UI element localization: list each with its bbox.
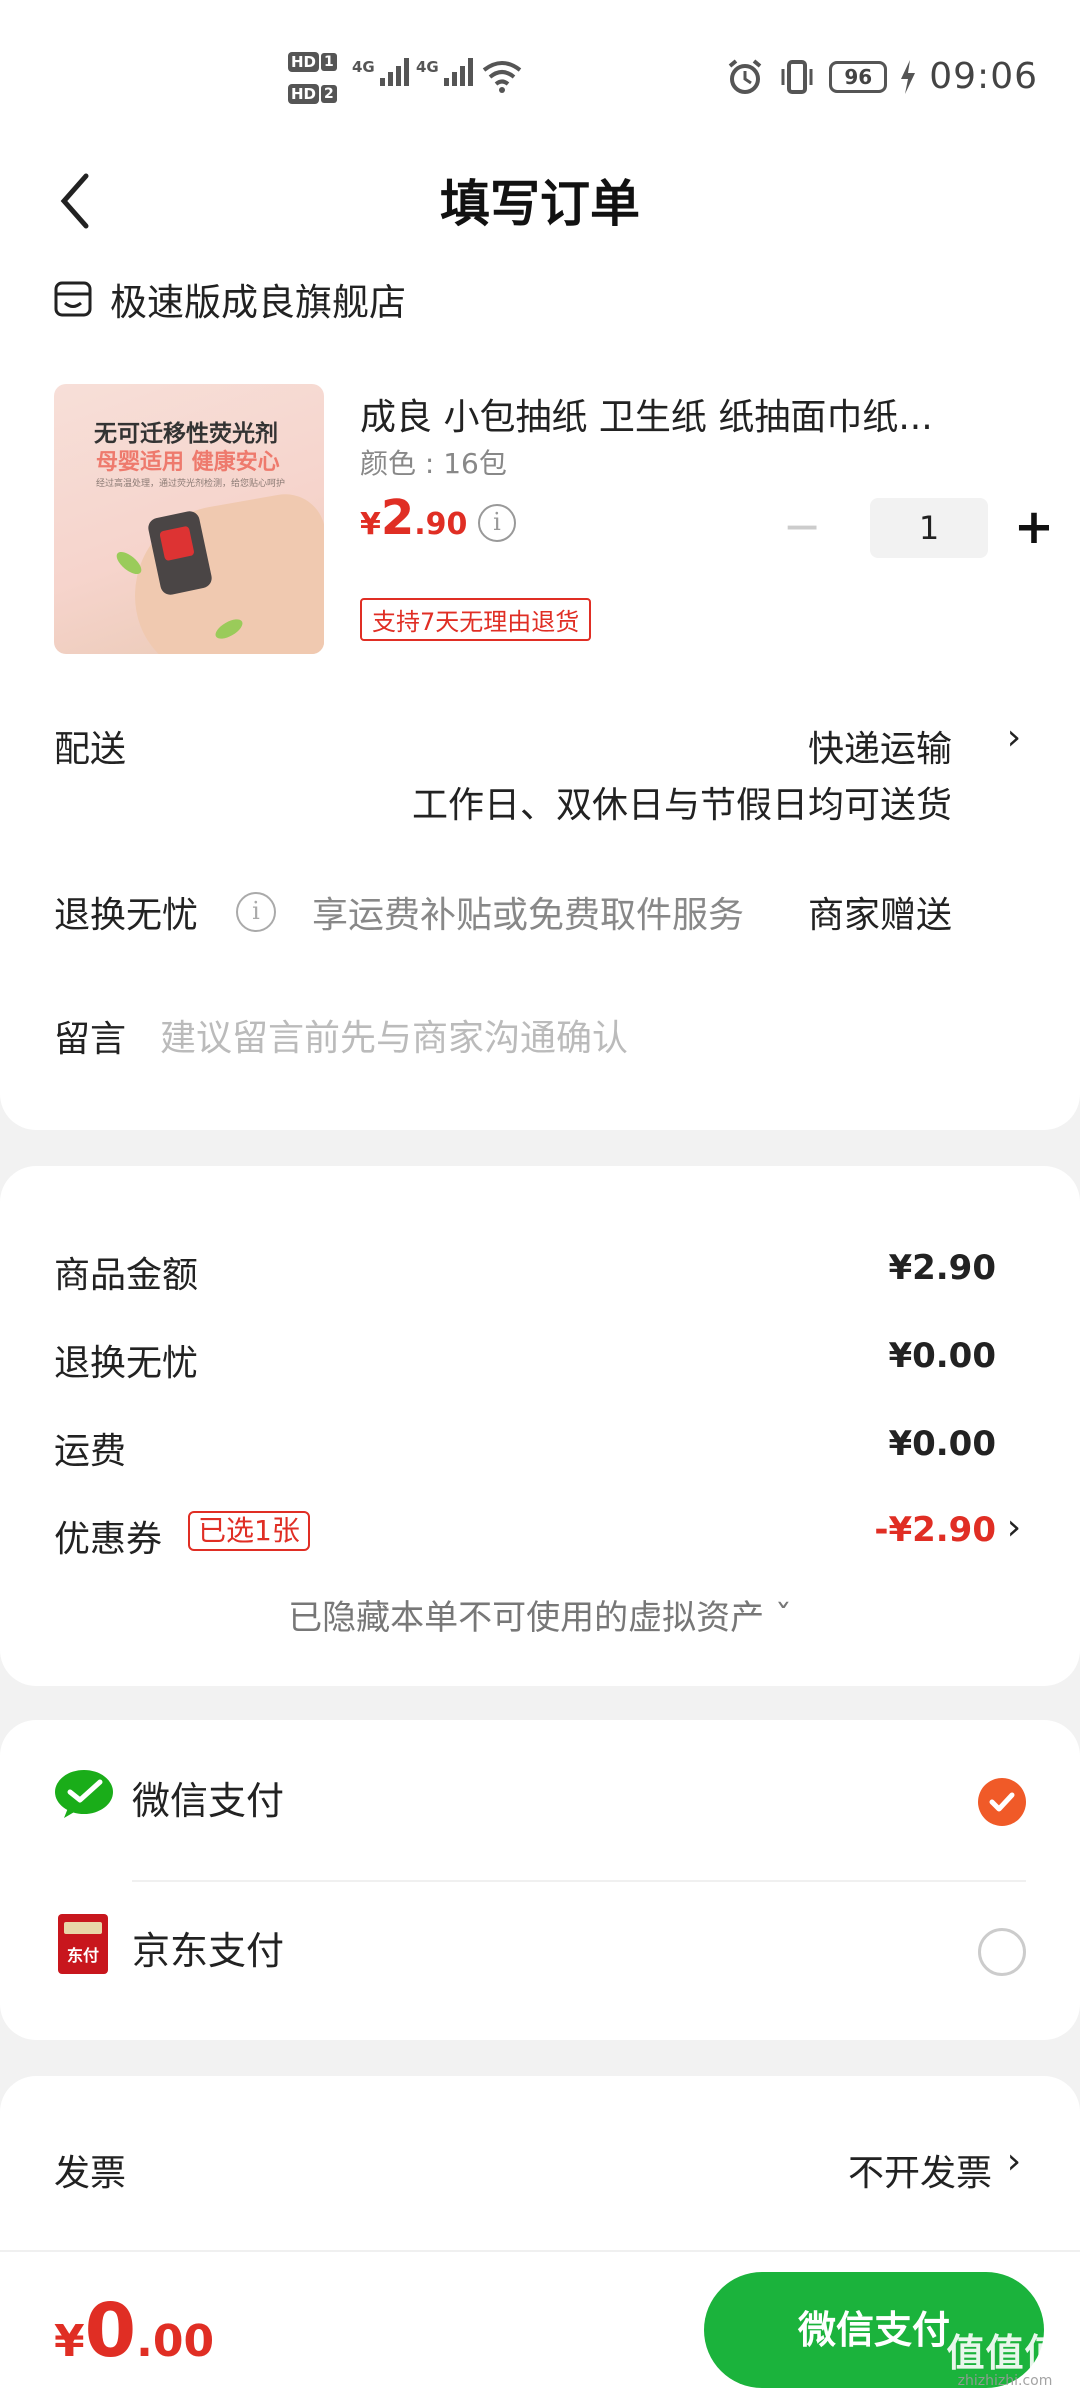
hidden-assets-toggle[interactable]: 已隐藏本单不可使用的虚拟资产 ˇ (0, 1590, 1080, 1639)
hd-label: HD (288, 84, 320, 104)
delivery-method[interactable]: 快递运输 (808, 720, 952, 772)
watermark-logo: 值值值 zhizhizhi.com (946, 2331, 1064, 2389)
hd-sim-number: 1 (321, 53, 337, 71)
freight-value: ¥0.00 (888, 1424, 996, 1464)
vibrate-icon (781, 59, 813, 94)
chevron-right-icon[interactable]: › (1002, 718, 1026, 758)
wifi-icon (482, 61, 522, 93)
wechat-pay-radio-checked[interactable] (978, 1778, 1026, 1826)
coupon-selected-badge[interactable]: 已选1张 (188, 1511, 310, 1551)
charging-icon (901, 59, 916, 94)
jd-pay-radio-unchecked[interactable] (978, 1928, 1026, 1976)
delivery-description: 工作日、双休日与节假日均可送货 (411, 785, 952, 826)
wechat-pay-icon (55, 1770, 113, 1818)
jd-pay-label: 京东支付 (132, 1929, 285, 1973)
status-right: 96 09:06 (725, 56, 1038, 97)
plus-button[interactable]: + (1012, 498, 1056, 558)
order-item-card: 极速版成良旗舰店 无可迁移性荧光剂 母婴适用 健康安心 经过高温处理，通过荧光剂… (0, 250, 1080, 1130)
message-input[interactable] (160, 1010, 1020, 1066)
quantity-stepper: − 1 + (780, 498, 1056, 558)
status-bar: HD 1 HD 2 4G 4G 96 09:06 (0, 0, 1080, 150)
product-image-text: 经过高温处理，通过荧光剂检测，给您贴心呵护 (96, 479, 286, 489)
product-title[interactable]: 成良 小包抽纸 卫生纸 纸抽面巾纸... (360, 388, 1020, 440)
product-image-text: 母婴适用 健康安心 (96, 450, 280, 475)
coupon-label: 优惠券 (54, 1519, 163, 1560)
store-icon (54, 281, 92, 317)
jd-pay-option[interactable]: 东付 京东支付 (0, 1870, 1080, 2020)
wechat-pay-option[interactable]: 微信支付 (0, 1720, 1080, 1870)
product-image-text: 无可迁移性荧光剂 (94, 421, 278, 447)
product-price: ¥2.90 (360, 490, 468, 546)
message-label: 留言 (54, 1019, 127, 1060)
signal-icon: 4G (352, 58, 409, 86)
product-image[interactable]: 无可迁移性荧光剂 母婴适用 健康安心 经过高温处理，通过荧光剂检测，给您贴心呵护 (54, 384, 324, 654)
hd-indicators: HD 1 HD 2 (288, 48, 344, 112)
worry-free-amount-value: ¥0.00 (888, 1336, 996, 1376)
invoice-label: 发票 (54, 2153, 127, 2194)
store-name: 极速版成良旗舰店 (110, 281, 406, 324)
quantity-value[interactable]: 1 (870, 498, 988, 558)
jd-pay-icon: 东付 (58, 1914, 108, 1974)
coupon-value[interactable]: -¥2.90 (874, 1510, 996, 1550)
worry-free-amount-label: 退换无忧 (54, 1343, 199, 1384)
chevron-right-icon[interactable]: › (1002, 2142, 1026, 2182)
alarm-icon (728, 58, 762, 94)
worry-free-gift: 商家赠送 (807, 895, 952, 936)
invoice-value[interactable]: 不开发票 (848, 2144, 992, 2196)
total-price: ¥0.00 (54, 2288, 215, 2374)
return-policy-badge: 支持7天无理由退货 (360, 598, 592, 641)
battery-icon: 96 (829, 60, 888, 93)
worry-free-description: 享运费补贴或免费取件服务 (312, 895, 745, 936)
product-spec: 颜色 : 16包 (360, 447, 507, 480)
wechat-pay-label: 微信支付 (132, 1779, 285, 1823)
worry-free-info-icon[interactable]: i (236, 892, 276, 932)
invoice-card[interactable]: 发票 不开发票 › (0, 2076, 1080, 2276)
amount-summary-card: 商品金额 ¥2.90 退换无忧 ¥0.00 运费 ¥0.00 优惠券 已选1张 … (0, 1166, 1080, 1686)
hd-label: HD (288, 52, 320, 72)
chevron-right-icon[interactable]: › (1002, 1508, 1026, 1548)
checkout-bar: ¥0.00 微信支付 (0, 2250, 1080, 2400)
hd-sim-number: 2 (321, 85, 337, 103)
worry-free-label: 退换无忧 (54, 895, 199, 936)
goods-amount-value: ¥2.90 (888, 1248, 996, 1288)
page-title: 填写订单 (440, 175, 640, 233)
payment-method-card: 微信支付 东付 京东支付 (0, 1720, 1080, 2040)
check-icon (989, 1792, 1015, 1812)
goods-amount-label: 商品金额 (54, 1255, 199, 1296)
price-info-icon[interactable]: i (478, 504, 516, 542)
signal-icon: 4G (416, 58, 473, 86)
page-header: 填写订单 (0, 150, 1080, 250)
minus-button[interactable]: − (780, 498, 824, 558)
freight-label: 运费 (54, 1431, 127, 1472)
store-row[interactable]: 极速版成良旗舰店 (54, 272, 406, 326)
delivery-label: 配送 (54, 729, 127, 770)
clock: 09:06 (929, 56, 1038, 97)
